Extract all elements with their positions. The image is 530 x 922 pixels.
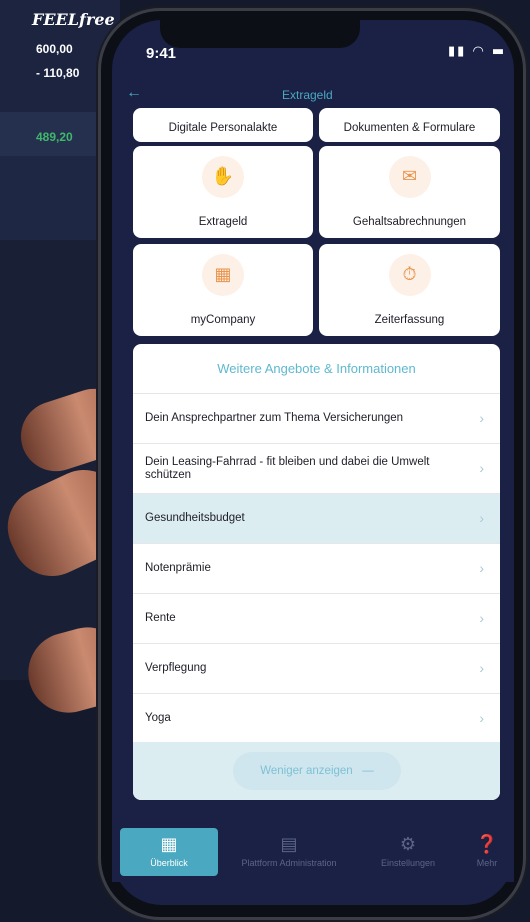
list-item-label: Gesundheitsbudget — [145, 512, 245, 525]
phone-notch — [160, 18, 360, 48]
show-less-button[interactable]: Weniger anzeigen — — [233, 752, 401, 790]
building-icon: ▦ — [202, 254, 244, 296]
chevron-right-icon: › — [479, 559, 484, 576]
stopwatch-icon: ⏱ — [388, 254, 431, 296]
tile-digitale-personalakte[interactable]: Digitale Personalakte — [133, 108, 313, 142]
page-title: Extrageld — [282, 88, 333, 102]
card-footer: Weniger anzeigen — — [133, 742, 500, 800]
tile-label: Extrageld — [198, 216, 248, 228]
building-icon: ▤ — [280, 834, 298, 855]
tab-label: Plattform Administration — [241, 858, 337, 868]
list-item[interactable]: Dein Leasing-Fahrrad - fit bleiben und d… — [133, 444, 500, 494]
bg-value: 600,00 — [36, 42, 73, 56]
show-less-label: Weniger anzeigen — [260, 765, 353, 777]
offers-title: Weitere Angebote & Informationen — [133, 344, 500, 394]
list-item[interactable]: Rente › — [133, 594, 500, 644]
bg-value: - 110,80 — [36, 66, 80, 80]
chevron-right-icon: › — [479, 509, 484, 526]
chevron-right-icon: › — [479, 609, 484, 626]
chevron-right-icon: › — [479, 409, 484, 426]
tab-label: Mehr — [476, 858, 498, 868]
envelope-icon: ✉ — [388, 156, 431, 198]
list-item[interactable]: Dein Ansprechpartner zum Thema Versicher… — [133, 394, 500, 444]
tile-label: myCompany — [190, 314, 256, 326]
chevron-right-icon: › — [479, 709, 484, 726]
money-hand-icon: ✋ — [202, 156, 244, 198]
list-item-label: Rente — [145, 612, 176, 625]
tile-label: Gehaltsabrechnungen — [352, 216, 467, 228]
tab-label: Einstellungen — [380, 858, 436, 868]
tab-label: Überblick — [150, 858, 188, 868]
status-icons: ▮▮ ◠ ▬ — [448, 44, 507, 59]
grid-icon: ▦ — [160, 834, 178, 855]
tile-mycompany[interactable]: ▦ myCompany — [133, 244, 313, 336]
list-item[interactable]: Verpflegung › — [133, 644, 500, 694]
list-item-active[interactable]: Gesundheitsbudget › — [133, 494, 500, 544]
arrow-left-icon[interactable]: ← — [126, 84, 142, 102]
tab-settings[interactable]: ⚙ Einstellungen — [368, 834, 448, 868]
tile-extrageld[interactable]: ✋ Extrageld — [133, 146, 313, 238]
chevron-right-icon: › — [479, 459, 484, 476]
tile-label: Zeiterfassung — [374, 314, 445, 326]
list-item-label: Notenprämie — [145, 562, 211, 575]
minus-icon: — — [355, 765, 374, 777]
tile-label: Dokumenten & Formulare — [343, 122, 476, 134]
tab-more[interactable]: ❓ Mehr — [464, 834, 510, 868]
tab-overview[interactable]: ▦ Überblick — [120, 828, 218, 876]
tile-gehaltsabrechnungen[interactable]: ✉ Gehaltsabrechnungen — [319, 146, 500, 238]
help-circle-icon: ❓ — [475, 834, 499, 855]
offers-card: Weitere Angebote & Informationen Dein An… — [133, 344, 500, 800]
status-time: 9:41 — [146, 45, 177, 62]
bg-value: 489,20 — [36, 130, 73, 144]
gear-icon: ⚙ — [399, 834, 417, 855]
list-item-label: Verpflegung — [145, 662, 207, 675]
list-item-label: Dein Ansprechpartner zum Thema Versicher… — [145, 412, 404, 425]
feelfree-logo: FEELfree — [32, 10, 115, 29]
chevron-right-icon: › — [479, 659, 484, 676]
list-item-label: Dein Leasing-Fahrrad - fit bleiben und d… — [145, 455, 430, 481]
list-item[interactable]: Yoga › — [133, 694, 500, 744]
list-item-label: Yoga — [145, 712, 171, 725]
tile-zeiterfassung[interactable]: ⏱ Zeiterfassung — [319, 244, 500, 336]
list-item[interactable]: Notenprämie › — [133, 544, 500, 594]
tile-dokumente[interactable]: Dokumenten & Formulare — [319, 108, 500, 142]
tile-label: Digitale Personalakte — [168, 122, 278, 134]
tab-platform-administration[interactable]: ▤ Plattform Administration — [226, 834, 352, 868]
